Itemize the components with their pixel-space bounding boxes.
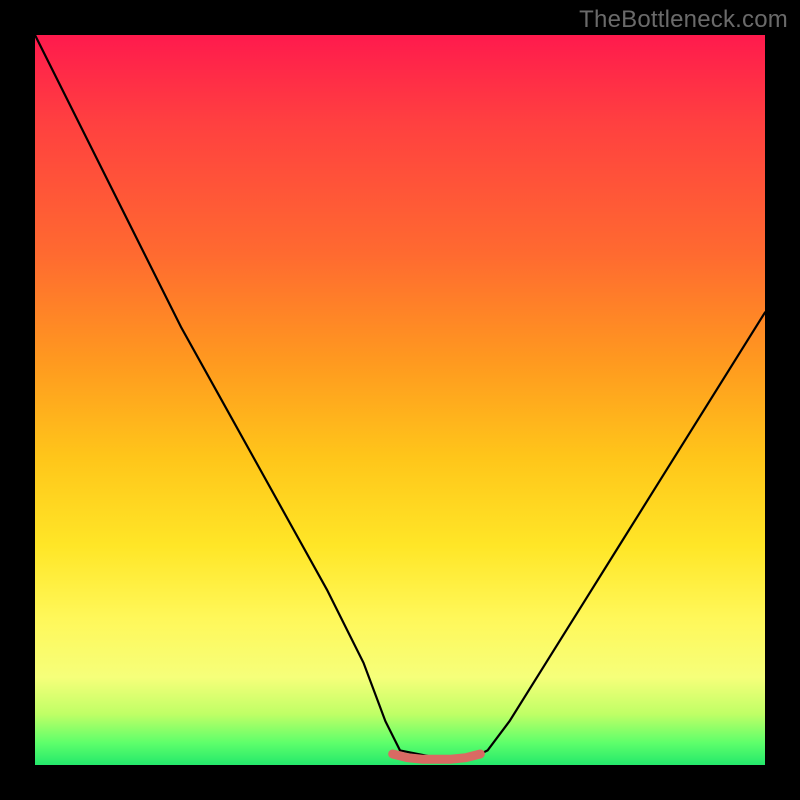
bottleneck-curve-path: [35, 35, 765, 758]
flat-highlight-path: [393, 754, 481, 759]
chart-frame: TheBottleneck.com: [0, 0, 800, 800]
watermark-text: TheBottleneck.com: [579, 6, 788, 34]
plot-area: [35, 35, 765, 765]
curve-svg: [35, 35, 765, 765]
